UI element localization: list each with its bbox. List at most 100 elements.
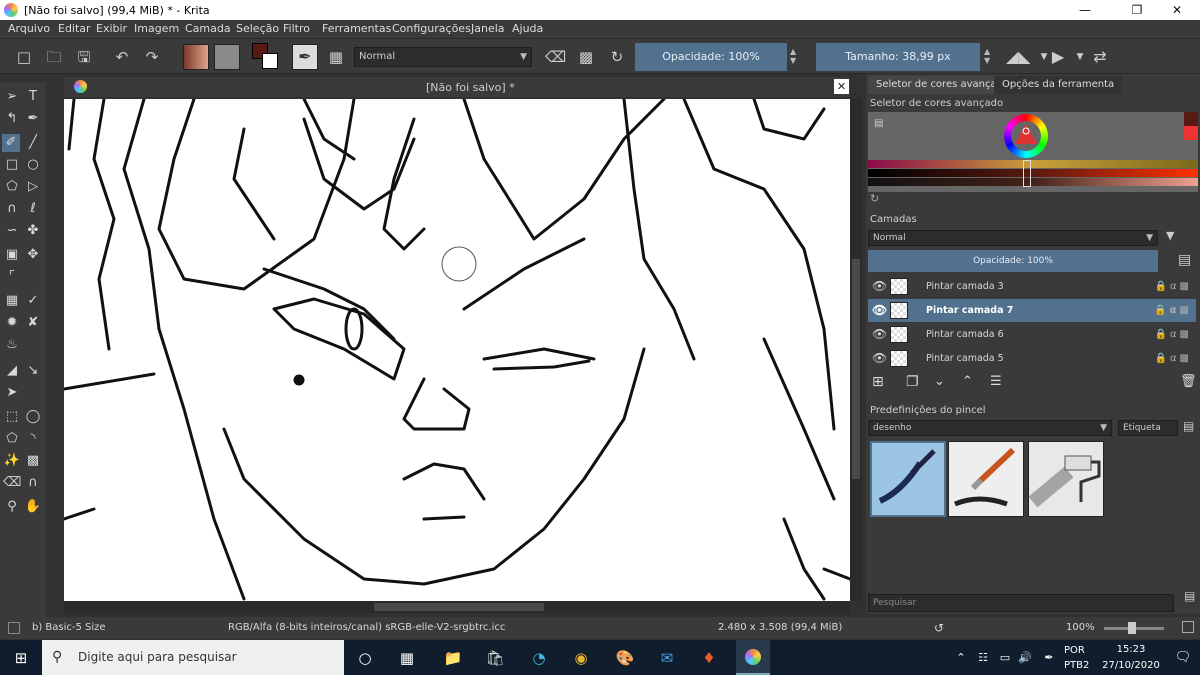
- language-bottom[interactable]: PTB2: [1064, 660, 1089, 671]
- value-strip[interactable]: [868, 178, 1198, 186]
- ellipse-select-icon[interactable]: ◯: [24, 408, 42, 426]
- visibility-eye-icon[interactable]: 👁: [872, 347, 887, 370]
- mail-icon[interactable]: ✉: [656, 647, 678, 669]
- duplicate-layer-icon[interactable]: ❐: [906, 374, 919, 390]
- move-layer-down-icon[interactable]: ⌄: [934, 374, 945, 389]
- move-layer-up-icon[interactable]: ⌃: [962, 374, 973, 389]
- tray-chevron-icon[interactable]: ⌃: [950, 647, 972, 669]
- tag-button[interactable]: Etiqueta: [1118, 420, 1178, 436]
- undo-icon[interactable]: ↶: [112, 47, 132, 67]
- krita-taskbar-icon[interactable]: [736, 640, 770, 675]
- edit-shapes-icon[interactable]: ↰: [3, 110, 21, 128]
- menu-ferramentas[interactable]: Ferramentas: [322, 22, 391, 35]
- color-selector-settings-icon[interactable]: ▤: [874, 118, 883, 129]
- brush-preset-icon[interactable]: ✒: [292, 44, 318, 70]
- chevron-down-icon[interactable]: ▼: [1070, 47, 1090, 67]
- layer-row[interactable]: 👁 Pintar camada 3 🔒α▩: [868, 275, 1196, 298]
- select-shapes-icon[interactable]: ➢: [3, 88, 21, 106]
- zoom-tool-icon[interactable]: ⚲: [3, 498, 21, 516]
- polyline-tool-icon[interactable]: ▷: [24, 178, 42, 196]
- lock-alpha-icons[interactable]: 🔒α▩: [1155, 347, 1193, 370]
- tab-tool-options[interactable]: Opções da ferramenta: [994, 76, 1123, 94]
- polygon-tool-icon[interactable]: ⬠: [3, 178, 21, 196]
- notifications-icon[interactable]: 🗨: [1172, 647, 1194, 669]
- visibility-eye-icon[interactable]: 👁: [872, 299, 887, 322]
- add-layer-icon[interactable]: ⊞: [872, 374, 884, 390]
- pattern-selector[interactable]: [214, 44, 240, 70]
- background-color-swatch[interactable]: [262, 53, 278, 69]
- dynamic-brush-icon[interactable]: ∽: [3, 222, 21, 240]
- brush-preset-paint-brush[interactable]: [948, 441, 1024, 517]
- hue-strip[interactable]: [868, 169, 1198, 177]
- similar-select-icon[interactable]: ▩: [24, 452, 42, 470]
- magic-wand-icon[interactable]: ✨: [3, 452, 21, 470]
- horizontal-scroll-thumb[interactable]: [374, 603, 544, 611]
- freehand-path-icon[interactable]: ℓ: [24, 200, 42, 218]
- menu-filtro[interactable]: Filtro: [283, 22, 310, 35]
- file-explorer-icon[interactable]: 📁: [442, 647, 464, 669]
- reference-images-icon[interactable]: ➤: [3, 384, 21, 402]
- bezier-tool-icon[interactable]: ∩: [3, 200, 21, 218]
- layer-settings-icon[interactable]: ☰: [990, 374, 1002, 389]
- horizontal-scrollbar[interactable]: [64, 601, 850, 613]
- layer-properties-icon[interactable]: ▤: [1178, 252, 1191, 268]
- opacity-spin-icon[interactable]: ▲ ▼: [790, 47, 796, 65]
- gradient-tool-icon[interactable]: ▦: [3, 292, 21, 310]
- edge-icon[interactable]: ◔: [528, 647, 550, 669]
- close-document-button[interactable]: ✕: [834, 79, 849, 94]
- store-icon[interactable]: 🛍: [484, 647, 506, 669]
- lock-alpha-icons[interactable]: 🔒α▩: [1155, 323, 1193, 346]
- save-icon[interactable]: 🖫: [74, 47, 94, 67]
- polygon-select-icon[interactable]: ⬠: [3, 430, 21, 448]
- layer-row[interactable]: 👁 Pintar camada 6 🔒α▩: [868, 323, 1196, 346]
- hue-ring[interactable]: [1004, 114, 1048, 158]
- freehand-brush-icon[interactable]: ✐: [2, 134, 20, 152]
- menu-configuracoes[interactable]: Configurações: [392, 22, 471, 35]
- fg-bg-color-icon[interactable]: [252, 43, 280, 71]
- size-spin-icon[interactable]: ▲ ▼: [984, 47, 990, 65]
- layer-row[interactable]: 👁 Pintar camada 5 🔒α▩: [868, 347, 1196, 370]
- reset-color-icon[interactable]: ↻: [870, 192, 879, 205]
- magnetic-select-icon[interactable]: ∩: [24, 474, 42, 492]
- tray-volume-icon[interactable]: 🔊: [1014, 647, 1036, 669]
- measure-tool-icon[interactable]: ↘: [24, 362, 42, 380]
- lock-alpha-icons[interactable]: 🔒α▩: [1154, 299, 1192, 322]
- rotate-reset-icon[interactable]: ↺: [934, 617, 944, 639]
- menu-selecao[interactable]: Seleção: [236, 22, 279, 35]
- layer-opacity-slider[interactable]: Opacidade: 100%: [868, 250, 1158, 272]
- text-tool-icon[interactable]: T: [24, 88, 42, 106]
- lock-alpha-icons[interactable]: 🔒α▩: [1155, 275, 1193, 298]
- rectangle-select-icon[interactable]: ⬚: [3, 408, 21, 426]
- ellipse-tool-icon[interactable]: ○: [24, 156, 42, 174]
- wrap-around-icon[interactable]: ⇄: [1090, 47, 1110, 67]
- menu-janela[interactable]: Janela: [471, 22, 505, 35]
- open-folder-icon[interactable]: 🗀: [44, 47, 64, 67]
- preserve-alpha-icon[interactable]: ▩: [576, 47, 596, 67]
- clock-time[interactable]: 15:23: [1108, 644, 1154, 655]
- brush-tag-select[interactable]: desenho ▼: [868, 420, 1112, 436]
- fullscreen-icon[interactable]: [1182, 621, 1194, 633]
- tray-network-icon[interactable]: ☷: [972, 647, 994, 669]
- paint-icon[interactable]: 🎨: [614, 647, 636, 669]
- new-document-icon[interactable]: □: [14, 47, 34, 67]
- opacity-slider[interactable]: Opacidade: 100%: [635, 43, 787, 71]
- menu-exibir[interactable]: Exibir: [96, 22, 127, 35]
- brush-preset-ink-pen[interactable]: [870, 441, 946, 517]
- clock-date[interactable]: 27/10/2020: [1098, 660, 1164, 671]
- language-top[interactable]: POR: [1064, 645, 1085, 656]
- filter-icon[interactable]: ▼: [1166, 229, 1174, 242]
- delete-layer-icon[interactable]: 🗑: [1180, 374, 1197, 389]
- visibility-eye-icon[interactable]: 👁: [872, 323, 887, 346]
- color-picker-icon[interactable]: ✓: [24, 292, 42, 310]
- firealpaca-icon[interactable]: ♦: [698, 647, 720, 669]
- cortana-icon[interactable]: ○: [354, 647, 376, 669]
- menu-camada[interactable]: Camada: [185, 22, 231, 35]
- vertical-scrollbar[interactable]: [850, 99, 862, 601]
- brush-view-icon[interactable]: ▤: [1183, 419, 1194, 433]
- tray-pen-icon[interactable]: ✒: [1038, 647, 1060, 669]
- mirror-horizontal-icon[interactable]: ◢◣: [1006, 47, 1031, 67]
- fill-tool-icon[interactable]: ♨: [3, 336, 21, 354]
- workspace-grid-icon[interactable]: ▦: [326, 47, 346, 67]
- move-tool-icon[interactable]: ✥: [24, 246, 42, 264]
- assistant-tool-icon[interactable]: ◢: [3, 362, 21, 380]
